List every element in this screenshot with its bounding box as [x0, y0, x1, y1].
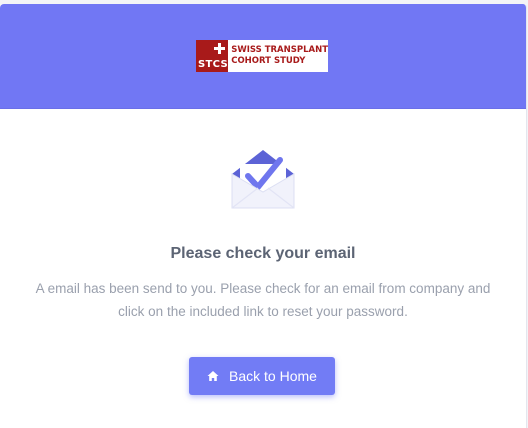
stcs-logo[interactable]: STCS SWISS TRANSPLANT COHORT STUDY — [196, 40, 328, 72]
description-text: A email has been send to you. Please che… — [35, 281, 491, 319]
back-to-home-label: Back to Home — [229, 368, 317, 384]
back-to-home-button[interactable]: Back to Home — [189, 357, 335, 395]
home-icon — [207, 371, 219, 381]
page-title: Please check your email — [170, 245, 356, 262]
logo-line-2: COHORT STUDY — [231, 56, 306, 66]
card-header: STCS SWISS TRANSPLANT COHORT STUDY — [0, 4, 526, 109]
logo-line-1: SWISS TRANSPLANT — [231, 45, 328, 55]
confirm-mail-card: STCS SWISS TRANSPLANT COHORT STUDY Pleas… — [0, 4, 527, 428]
logo-mark: STCS — [196, 40, 229, 72]
mail-sent-icon — [231, 150, 295, 209]
logo-text: SWISS TRANSPLANT COHORT STUDY — [228, 40, 328, 72]
logo-abbreviation: STCS — [198, 59, 228, 70]
swiss-cross-icon — [214, 43, 226, 54]
